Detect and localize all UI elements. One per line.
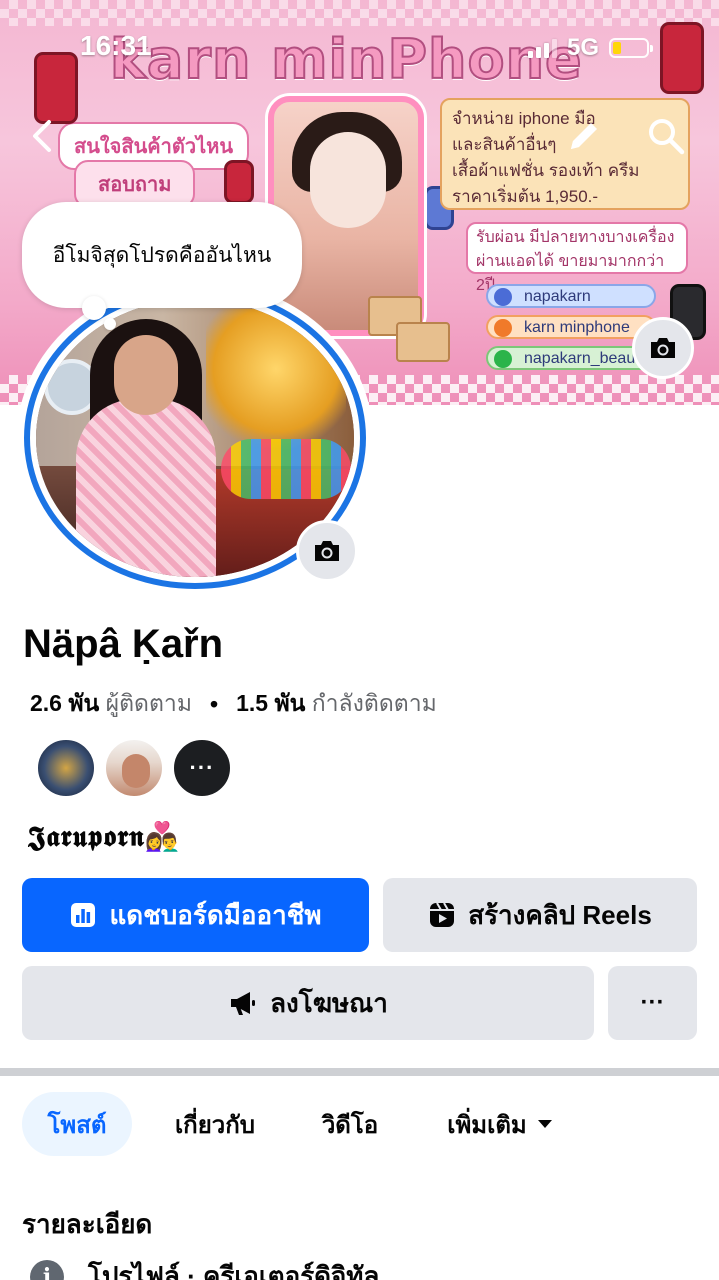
caret-down-icon (537, 1120, 552, 1128)
following-link[interactable]: 1.5 พัน กำลังติดตาม (236, 686, 437, 722)
create-reels-button[interactable]: สร้างคลิป Reels (383, 878, 697, 952)
profile-stats: 2.6 พัน ผู้ติดตาม • 1.5 พัน กำลังติดตาม (30, 686, 437, 722)
note-bubble-tail (82, 296, 106, 320)
cover-promo-card: รับผ่อน มีปลายทางบางเครื่อง ผ่านแอดได้ ข… (466, 222, 688, 294)
details-title: รายละเอียด (22, 1209, 153, 1239)
reels-icon (430, 902, 455, 927)
followers-link[interactable]: 2.6 พัน ผู้ติดตาม (30, 686, 192, 722)
battery-icon (609, 38, 654, 58)
status-indicators: 5G (528, 34, 654, 62)
dashboard-icon (71, 903, 96, 927)
cover-social-messenger: karn minphone (486, 315, 656, 339)
friends-more-button[interactable]: ··· (172, 738, 232, 798)
cover-pattern-top (0, 0, 719, 26)
cover-shop-title: karn minPhone (109, 27, 583, 92)
cover-iphone-graphic (224, 160, 254, 204)
tab-videos[interactable]: วิดีโอ (306, 1092, 394, 1156)
tab-posts[interactable]: โพสต์ (22, 1092, 132, 1156)
friends-preview: ··· (36, 738, 232, 798)
note-bubble-text: อีโมจิสุดโปรดคืออันไหน (52, 243, 272, 267)
tab-about[interactable]: เกี่ยวกับ (156, 1092, 274, 1156)
status-time: 16:31 (80, 30, 152, 61)
back-icon[interactable] (18, 112, 66, 160)
camera-icon (315, 541, 339, 561)
avatar-camera-button[interactable] (296, 520, 358, 582)
network-label: 5G (567, 34, 600, 61)
cover-camera-button[interactable] (632, 317, 694, 379)
friend-avatar[interactable] (36, 738, 96, 798)
professional-dashboard-button[interactable]: แดชบอร์ดมืออาชีพ (22, 878, 369, 952)
note-bubble-tail (104, 318, 116, 330)
tab-more[interactable]: เพิ่มเติม (428, 1092, 572, 1156)
profile-name: Näpâ Ḳařn (23, 622, 224, 666)
info-icon: i (30, 1259, 64, 1280)
friend-avatar[interactable] (104, 738, 164, 798)
edit-icon[interactable] (560, 112, 608, 160)
advertise-button[interactable]: ลงโฆษณา (22, 966, 594, 1040)
note-bubble[interactable]: อีโมจิสุดโปรดคืออันไหน (22, 202, 302, 308)
signal-icon (528, 38, 557, 58)
detail-row-profile: i โปรไฟล์ · ครีเอเตอร์ดิจิทัล (30, 1256, 379, 1280)
camera-icon (651, 338, 675, 358)
search-icon[interactable] (642, 112, 690, 160)
section-divider (0, 1068, 719, 1076)
cover-social-line: napakarn_beauty (486, 346, 656, 370)
profile-bio: 𝕵𝖆𝖗𝖚𝖕𝖔𝖗𝖓👩‍❤️‍👨 (28, 820, 181, 853)
more-options-button[interactable]: ··· (608, 966, 697, 1040)
cover-social-facebook: napakarn (486, 284, 656, 308)
cover-box-graphic (396, 322, 450, 362)
cover-ask: สอบถาม (74, 160, 196, 208)
megaphone-icon (231, 992, 256, 1015)
cover-iphone-graphic (660, 22, 704, 94)
